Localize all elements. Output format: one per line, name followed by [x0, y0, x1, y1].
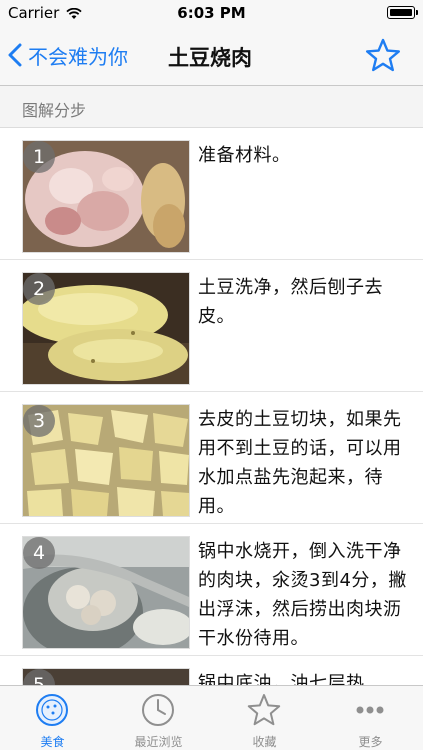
step-list[interactable]: 1 准备材料。 2 土豆洗净，然后刨子去皮。 3 去皮的土豆切块，如果先用不到土… — [0, 128, 423, 685]
clock-time: 6:03 PM — [177, 4, 246, 22]
step-number-badge: 3 — [23, 405, 55, 437]
step-row-4[interactable]: 4 锅中水烧开，倒入洗干净的肉块，氽烫3到4分，撇出浮沫，然后捞出肉块沥干水份待… — [0, 524, 423, 656]
step-row-1[interactable]: 1 准备材料。 — [0, 128, 423, 260]
step-description: 去皮的土豆切块，如果先用不到土豆的话，可以用水加点盐先泡起来，待用。 — [198, 409, 402, 517]
step-description: 锅中水烧开，倒入洗干净的肉块，氽烫3到4分，撇出浮沫，然后捞出肉块沥干水份待用。 — [198, 541, 407, 649]
navigation-bar: 不会难为你 土豆烧肉 — [0, 26, 423, 86]
step-number-badge: 1 — [23, 141, 55, 173]
food-plate-icon — [36, 694, 68, 726]
tab-more[interactable]: 更多 — [318, 686, 423, 751]
step-description: 土豆洗净，然后刨子去皮。 — [198, 277, 383, 327]
step-row-5[interactable]: 5 锅中底油，油七层热 — [0, 656, 423, 685]
step-row-2[interactable]: 2 土豆洗净，然后刨子去皮。 — [0, 260, 423, 392]
more-dots-icon — [356, 706, 384, 714]
tab-bar: 美食 最近浏览 收藏 更多 — [0, 685, 423, 750]
star-icon — [247, 694, 281, 726]
step-number-badge: 2 — [23, 273, 55, 305]
tab-recent[interactable]: 最近浏览 — [106, 686, 211, 751]
page-title: 土豆烧肉 — [168, 46, 252, 70]
section-header-label: 图解分步 — [22, 101, 87, 120]
section-header: 图解分步 — [0, 86, 423, 128]
status-bar: Carrier 6:03 PM — [0, 0, 423, 26]
chevron-left-icon — [8, 43, 22, 67]
battery-icon — [387, 6, 418, 19]
clock-icon — [142, 694, 174, 726]
tab-label: 最近浏览 — [134, 735, 183, 749]
step-description: 锅中底油，油七层热 — [198, 673, 365, 685]
tab-label: 收藏 — [252, 735, 277, 749]
step-row-3[interactable]: 3 去皮的土豆切块，如果先用不到土豆的话，可以用水加点盐先泡起来，待用。 — [0, 392, 423, 524]
back-button-label: 不会难为你 — [28, 44, 128, 69]
tab-label: 美食 — [40, 735, 65, 749]
star-icon — [366, 38, 400, 72]
tab-label: 更多 — [358, 735, 383, 749]
step-description: 准备材料。 — [198, 145, 291, 166]
back-button[interactable]: 不会难为你 — [8, 40, 128, 70]
tab-food[interactable]: 美食 — [0, 686, 105, 751]
tab-favorites[interactable]: 收藏 — [212, 686, 317, 751]
step-number-badge: 4 — [23, 537, 55, 569]
favorite-star-button[interactable] — [365, 38, 401, 76]
